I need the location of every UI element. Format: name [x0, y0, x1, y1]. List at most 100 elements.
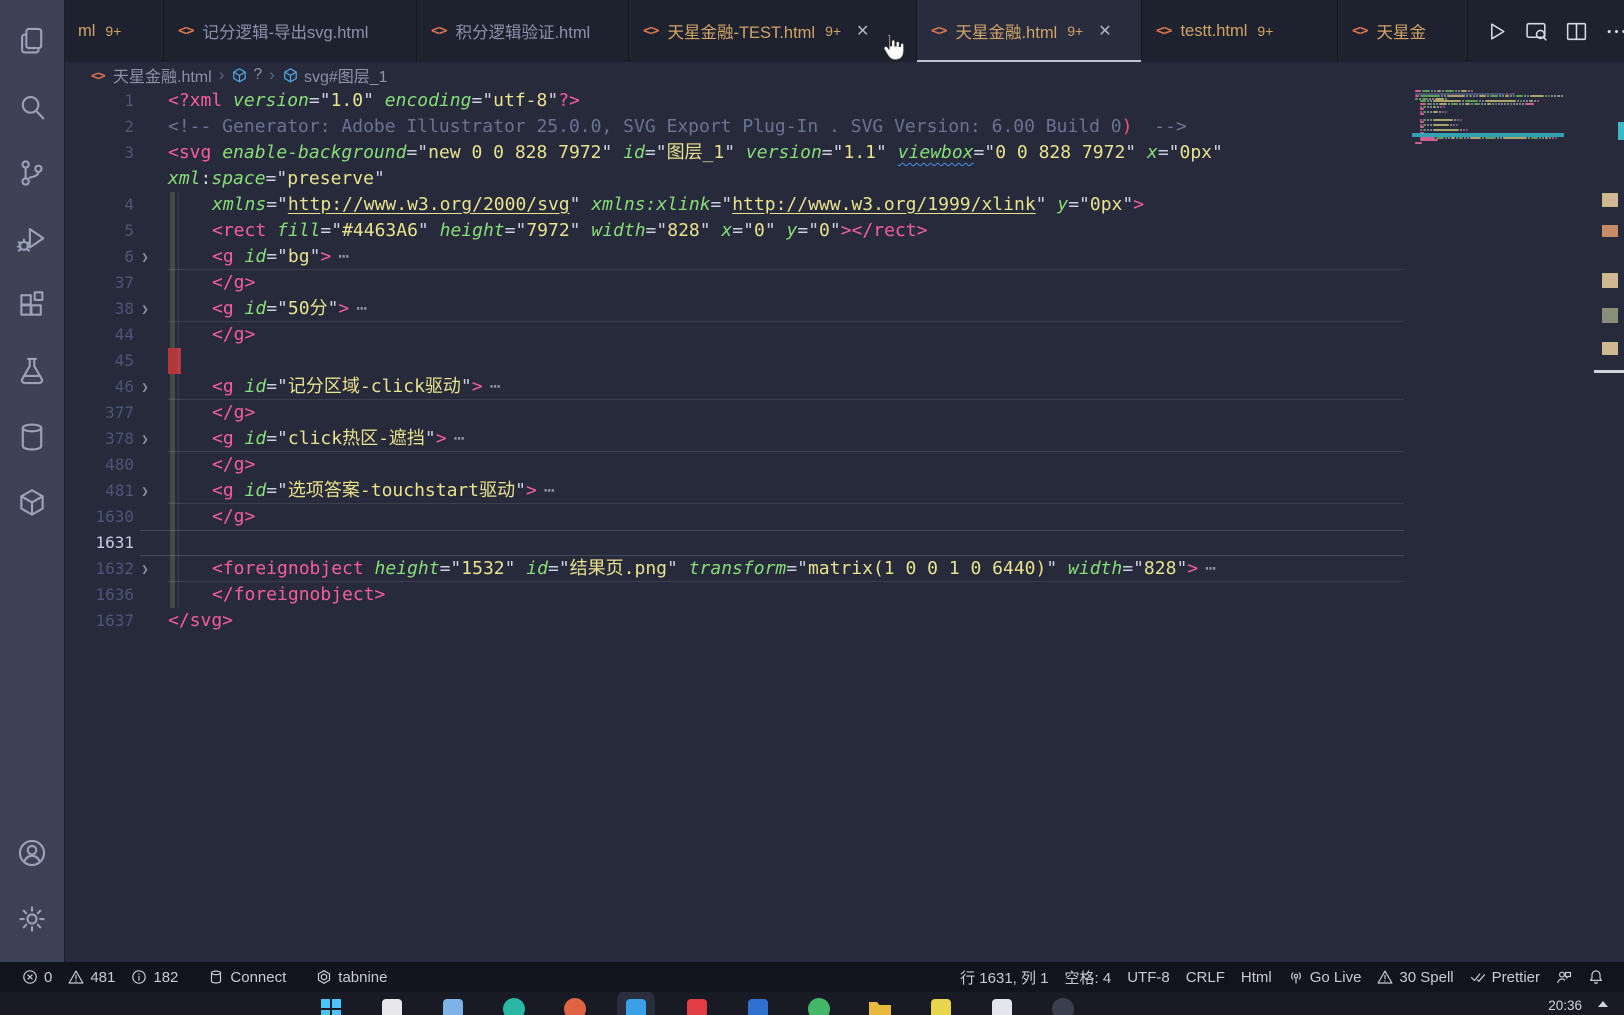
status-行-1631-列-1[interactable]: 行 1631, 列 1 [952, 962, 1056, 992]
tab-积分逻辑验证.html[interactable]: <> 积分逻辑验证.html [417, 0, 629, 62]
open-preview-icon[interactable] [1524, 19, 1549, 44]
line-number[interactable]: 377 [64, 400, 134, 426]
line-number[interactable]: 481 [64, 478, 134, 504]
tray-chevron-icon[interactable] [1598, 1001, 1608, 1007]
code-row[interactable]: 1 <?xml version="1.0" encoding="utf-8"?> [64, 88, 1624, 114]
line-number[interactable]: 46 [64, 374, 134, 400]
fold-chevron-icon[interactable]: ❯ [134, 244, 156, 270]
fold-chevron-icon[interactable]: ❯ [134, 426, 156, 452]
taskbar-vscode-icon[interactable] [617, 992, 655, 1015]
code-row[interactable]: 1636 </foreignobject> [64, 582, 1624, 608]
taskbar-app-white-icon[interactable] [379, 996, 405, 1015]
folded-ellipsis[interactable]: ⋯ [544, 480, 557, 501]
taskbar-app-teal-icon[interactable] [501, 996, 527, 1015]
line-number[interactable]: 1 [64, 88, 134, 114]
status-tabnine[interactable]: tabnine [308, 962, 395, 992]
taskbar-app-dark-icon[interactable] [1050, 996, 1076, 1015]
line-number[interactable]: 1637 [64, 608, 134, 634]
split-editor-icon[interactable] [1564, 19, 1589, 44]
taskbar-app-red-icon[interactable] [684, 996, 710, 1015]
code-row[interactable]: 1631 [64, 530, 1624, 556]
code-row[interactable]: 1630 </g> [64, 504, 1624, 530]
breadcrumb-item[interactable]: svg#图层_1 [282, 63, 388, 87]
status-go-live[interactable]: Go Live [1280, 962, 1370, 992]
minimap[interactable] [1412, 88, 1600, 962]
activity-search-icon[interactable] [0, 74, 64, 140]
code-row[interactable]: 38 ❯ <g id="50分"> ⋯ [64, 296, 1624, 322]
folded-ellipsis[interactable]: ⋯ [490, 376, 503, 397]
status-person-feedback[interactable] [1548, 962, 1580, 992]
fold-chevron-icon[interactable]: ❯ [134, 374, 156, 400]
code-row[interactable]: 5 <rect fill="#4463A6" height="7972" widt… [64, 218, 1624, 244]
code-row[interactable]: 46 ❯ <g id="记分区域-click驱动"> ⋯ [64, 374, 1624, 400]
folded-ellipsis[interactable]: ⋯ [454, 428, 467, 449]
code-row[interactable]: 1637 </svg> [64, 608, 1624, 634]
line-number[interactable]: 38 [64, 296, 134, 322]
line-number[interactable]: 1631 [64, 530, 134, 556]
line-number[interactable]: 3 [64, 140, 134, 166]
activity-extensions-icon[interactable] [0, 272, 64, 338]
tab-testt.html[interactable]: <> testt.html 9+ [1142, 0, 1338, 62]
folded-ellipsis[interactable]: ⋯ [356, 298, 369, 319]
activity-account-icon[interactable] [0, 820, 64, 886]
taskbar-folder-icon[interactable] [867, 996, 893, 1015]
line-number[interactable]: 44 [64, 322, 134, 348]
activity-run-debug-icon[interactable] [0, 206, 64, 272]
line-number[interactable]: 1636 [64, 582, 134, 608]
code-row[interactable]: 3 <svg enable-background="new 0 0 828 797… [64, 140, 1624, 166]
taskbar-windows-icon[interactable] [318, 996, 344, 1015]
line-number[interactable]: 4 [64, 192, 134, 218]
tab-记分逻辑-导出svg.html[interactable]: <> 记分逻辑-导出svg.html [164, 0, 417, 62]
tab-天星金[interactable]: <> 天星金 [1338, 0, 1468, 62]
line-number[interactable]: 37 [64, 270, 134, 296]
taskbar-calendar-icon[interactable] [440, 996, 466, 1015]
code-row[interactable]: 45 [64, 348, 1624, 374]
code-row[interactable]: 377 </g> [64, 400, 1624, 426]
code-row[interactable]: 2 <!-- Generator: Adobe Illustrator 25.0.… [64, 114, 1624, 140]
code-row[interactable]: 1632 ❯ <foreignobject height="1532" id="结果… [64, 556, 1624, 582]
tab-天星金融.html[interactable]: <> 天星金融.html 9+ ✕ [917, 0, 1142, 62]
status-utf-8[interactable]: UTF-8 [1119, 962, 1178, 992]
activity-settings-icon[interactable] [0, 886, 64, 952]
more-actions-icon[interactable] [1604, 19, 1624, 44]
taskbar-app-orange-icon[interactable] [562, 996, 588, 1015]
fold-chevron-icon[interactable]: ❯ [134, 478, 156, 504]
breadcrumb-item[interactable]: ? [231, 66, 262, 84]
code-row[interactable]: 37 </g> [64, 270, 1624, 296]
line-number[interactable]: 1630 [64, 504, 134, 530]
code-row[interactable]: 480 </g> [64, 452, 1624, 478]
taskbar-app-doc-icon[interactable] [989, 996, 1015, 1015]
code-row[interactable]: 481 ❯ <g id="选项答案-touchstart驱动"> ⋯ [64, 478, 1624, 504]
breadcrumb-item[interactable]: <> 天星金融.html [91, 63, 212, 87]
code-editor[interactable]: 1 <?xml version="1.0" encoding="utf-8"?> 2… [64, 88, 1624, 962]
code-row[interactable]: 6 ❯ <g id="bg"> ⋯ [64, 244, 1624, 270]
tab-天星金融-TEST.html[interactable]: <> 天星金融-TEST.html 9+ ✕ [629, 0, 917, 62]
taskbar-app-green-icon[interactable] [806, 996, 832, 1015]
activity-package-icon[interactable] [0, 470, 64, 536]
activity-source-control-icon[interactable] [0, 140, 64, 206]
status-30-spell[interactable]: 30 Spell [1369, 962, 1461, 992]
status-0[interactable]: 0 [14, 962, 60, 992]
folded-ellipsis[interactable]: ⋯ [338, 246, 351, 267]
code-row-wrap[interactable]: xml:space="preserve" [64, 166, 1624, 192]
status-182[interactable]: 182 [123, 962, 186, 992]
line-number[interactable]: 6 [64, 244, 134, 270]
taskbar-clock[interactable]: 20:36 [1548, 998, 1582, 1013]
run-icon[interactable] [1484, 19, 1509, 44]
activity-testing-icon[interactable] [0, 338, 64, 404]
activity-database-icon[interactable] [0, 404, 64, 470]
line-number[interactable]: 5 [64, 218, 134, 244]
status-html[interactable]: Html [1233, 962, 1280, 992]
fold-chevron-icon[interactable]: ❯ [134, 296, 156, 322]
tab-ml[interactable]: ml 9+ [64, 0, 164, 62]
line-number[interactable]: 480 [64, 452, 134, 478]
status-connect[interactable]: Connect [200, 962, 294, 992]
status-空格-4[interactable]: 空格: 4 [1057, 962, 1120, 992]
code-row[interactable]: 378 ❯ <g id="click热区-遮挡"> ⋯ [64, 426, 1624, 452]
status-crlf[interactable]: CRLF [1178, 962, 1233, 992]
status-bell[interactable] [1580, 962, 1612, 992]
line-number[interactable]: 45 [64, 348, 134, 374]
taskbar-photos-icon[interactable] [928, 996, 954, 1015]
fold-chevron-icon[interactable]: ❯ [134, 556, 156, 582]
folded-ellipsis[interactable]: ⋯ [1205, 558, 1218, 579]
